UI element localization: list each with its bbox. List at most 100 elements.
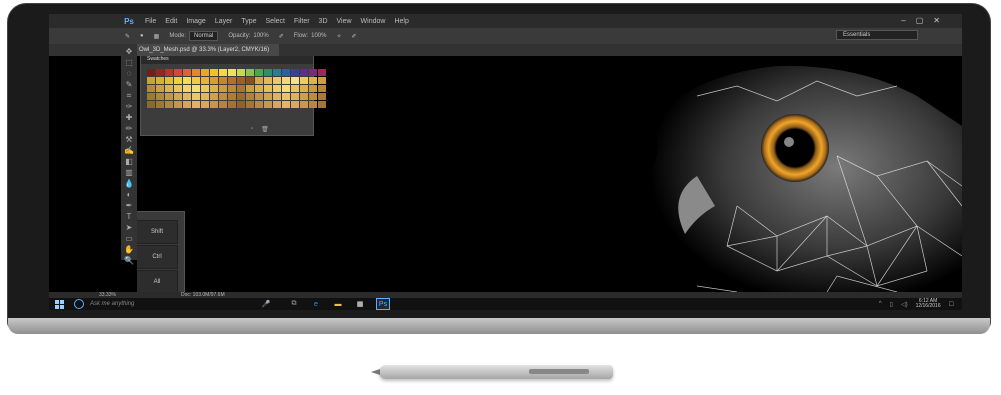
color-swatch[interactable] bbox=[291, 69, 299, 76]
close-icon[interactable]: ✕ bbox=[933, 16, 940, 25]
color-swatch[interactable] bbox=[183, 93, 191, 100]
menu-window[interactable]: Window bbox=[361, 18, 386, 25]
color-swatch[interactable] bbox=[246, 69, 254, 76]
color-swatch[interactable] bbox=[264, 101, 272, 108]
windows-start-icon[interactable] bbox=[55, 299, 64, 309]
color-swatch[interactable] bbox=[291, 77, 299, 84]
color-swatch[interactable] bbox=[291, 85, 299, 92]
pen-tool-icon[interactable]: ✒ bbox=[124, 202, 134, 210]
color-swatch[interactable] bbox=[156, 85, 164, 92]
color-swatch[interactable] bbox=[255, 85, 263, 92]
clone-stamp-tool-icon[interactable]: ⚒ bbox=[124, 136, 134, 144]
menu-file[interactable]: File bbox=[145, 18, 156, 25]
workspace-select[interactable]: Essentials bbox=[836, 30, 918, 40]
task-view-icon[interactable]: ⧉ bbox=[288, 299, 300, 309]
dodge-tool-icon[interactable]: ◐ bbox=[124, 191, 134, 199]
color-swatch[interactable] bbox=[255, 77, 263, 84]
color-swatch[interactable] bbox=[228, 69, 236, 76]
menu-view[interactable]: View bbox=[337, 18, 352, 25]
edge-browser-icon[interactable]: e bbox=[310, 299, 322, 309]
color-swatch[interactable] bbox=[255, 101, 263, 108]
volume-icon[interactable]: ◁) bbox=[901, 301, 908, 308]
color-swatch[interactable] bbox=[165, 101, 173, 108]
color-swatch[interactable] bbox=[282, 85, 290, 92]
eyedropper-tool-icon[interactable]: ✑ bbox=[124, 103, 134, 111]
color-swatch[interactable] bbox=[237, 77, 245, 84]
color-swatch[interactable] bbox=[165, 77, 173, 84]
new-swatch-icon[interactable]: ▫ bbox=[251, 126, 253, 133]
mode-select[interactable]: Normal bbox=[189, 31, 219, 41]
color-swatch[interactable] bbox=[273, 77, 281, 84]
color-swatch[interactable] bbox=[309, 85, 317, 92]
color-swatch[interactable] bbox=[183, 101, 191, 108]
color-swatch[interactable] bbox=[147, 93, 155, 100]
all-key-button[interactable]: All bbox=[137, 270, 178, 292]
color-swatch[interactable] bbox=[192, 93, 200, 100]
eraser-tool-icon[interactable]: ◧ bbox=[124, 158, 134, 166]
color-swatch[interactable] bbox=[273, 93, 281, 100]
color-swatch[interactable] bbox=[228, 101, 236, 108]
color-swatch[interactable] bbox=[219, 85, 227, 92]
color-swatch[interactable] bbox=[309, 101, 317, 108]
taskbar-search-input[interactable]: Ask me anything bbox=[90, 301, 250, 307]
color-swatch[interactable] bbox=[165, 85, 173, 92]
lasso-tool-icon[interactable]: ◌ bbox=[124, 70, 134, 78]
color-swatch[interactable] bbox=[309, 77, 317, 84]
color-swatch[interactable] bbox=[291, 101, 299, 108]
menu-image[interactable]: Image bbox=[186, 18, 205, 25]
menu-select[interactable]: Select bbox=[266, 18, 285, 25]
color-swatch[interactable] bbox=[183, 77, 191, 84]
color-swatch[interactable] bbox=[237, 93, 245, 100]
color-swatch[interactable] bbox=[264, 69, 272, 76]
color-swatch[interactable] bbox=[282, 93, 290, 100]
color-swatch[interactable] bbox=[246, 101, 254, 108]
color-swatch[interactable] bbox=[219, 101, 227, 108]
color-swatch[interactable] bbox=[300, 93, 308, 100]
microphone-icon[interactable]: 🎤 bbox=[260, 299, 272, 309]
menu-edit[interactable]: Edit bbox=[165, 18, 177, 25]
crop-tool-icon[interactable]: ⌗ bbox=[124, 92, 134, 100]
color-swatch[interactable] bbox=[300, 77, 308, 84]
color-swatch[interactable] bbox=[300, 85, 308, 92]
menu-help[interactable]: Help bbox=[394, 18, 408, 25]
color-swatch[interactable] bbox=[228, 93, 236, 100]
color-swatch[interactable] bbox=[174, 69, 182, 76]
color-swatch[interactable] bbox=[264, 85, 272, 92]
color-swatch[interactable] bbox=[192, 101, 200, 108]
color-swatch[interactable] bbox=[282, 101, 290, 108]
color-swatch[interactable] bbox=[228, 85, 236, 92]
menu-3d[interactable]: 3D bbox=[319, 18, 328, 25]
color-swatch[interactable] bbox=[201, 69, 209, 76]
color-swatch[interactable] bbox=[273, 85, 281, 92]
color-swatch[interactable] bbox=[291, 93, 299, 100]
color-swatch[interactable] bbox=[174, 101, 182, 108]
color-swatch[interactable] bbox=[147, 85, 155, 92]
color-swatch[interactable] bbox=[201, 93, 209, 100]
network-icon[interactable]: ▯ bbox=[890, 301, 893, 308]
taskbar-clock[interactable]: 6:12 AM 12/16/2016 bbox=[916, 299, 941, 309]
minimize-icon[interactable]: – bbox=[901, 16, 905, 25]
ctrl-key-button[interactable]: Ctrl bbox=[137, 245, 178, 269]
color-swatch[interactable] bbox=[300, 101, 308, 108]
color-swatch[interactable] bbox=[318, 101, 326, 108]
color-swatch[interactable] bbox=[237, 85, 245, 92]
zoom-tool-icon[interactable]: 🔍 bbox=[124, 257, 134, 265]
color-swatch[interactable] bbox=[210, 101, 218, 108]
document-tab[interactable]: Owl_3D_Mesh.psd @ 33.3% (Layer2, CMYK/16… bbox=[133, 44, 280, 56]
history-brush-tool-icon[interactable]: ✍ bbox=[124, 147, 134, 155]
pressure-opacity-icon[interactable]: ✐ bbox=[279, 33, 284, 40]
delete-swatch-icon[interactable]: 🗑 bbox=[261, 126, 269, 133]
chevron-up-icon[interactable]: ^ bbox=[879, 301, 882, 307]
color-swatch[interactable] bbox=[246, 93, 254, 100]
document-canvas[interactable]: Swatches ▫ 🗑 Shift Ctrl All bbox=[137, 56, 962, 292]
color-swatch[interactable] bbox=[282, 77, 290, 84]
brush-tool-icon[interactable]: ✏ bbox=[124, 125, 134, 133]
color-swatch[interactable] bbox=[165, 93, 173, 100]
quick-select-tool-icon[interactable]: ✎ bbox=[124, 81, 134, 89]
color-swatch[interactable] bbox=[318, 93, 326, 100]
cortana-icon[interactable] bbox=[74, 299, 84, 309]
brush-tool-icon[interactable]: ✎ bbox=[125, 33, 130, 40]
brush-panel-icon[interactable]: ▦ bbox=[154, 33, 160, 40]
file-explorer-icon[interactable]: ▬ bbox=[332, 299, 344, 309]
color-swatch[interactable] bbox=[300, 69, 308, 76]
